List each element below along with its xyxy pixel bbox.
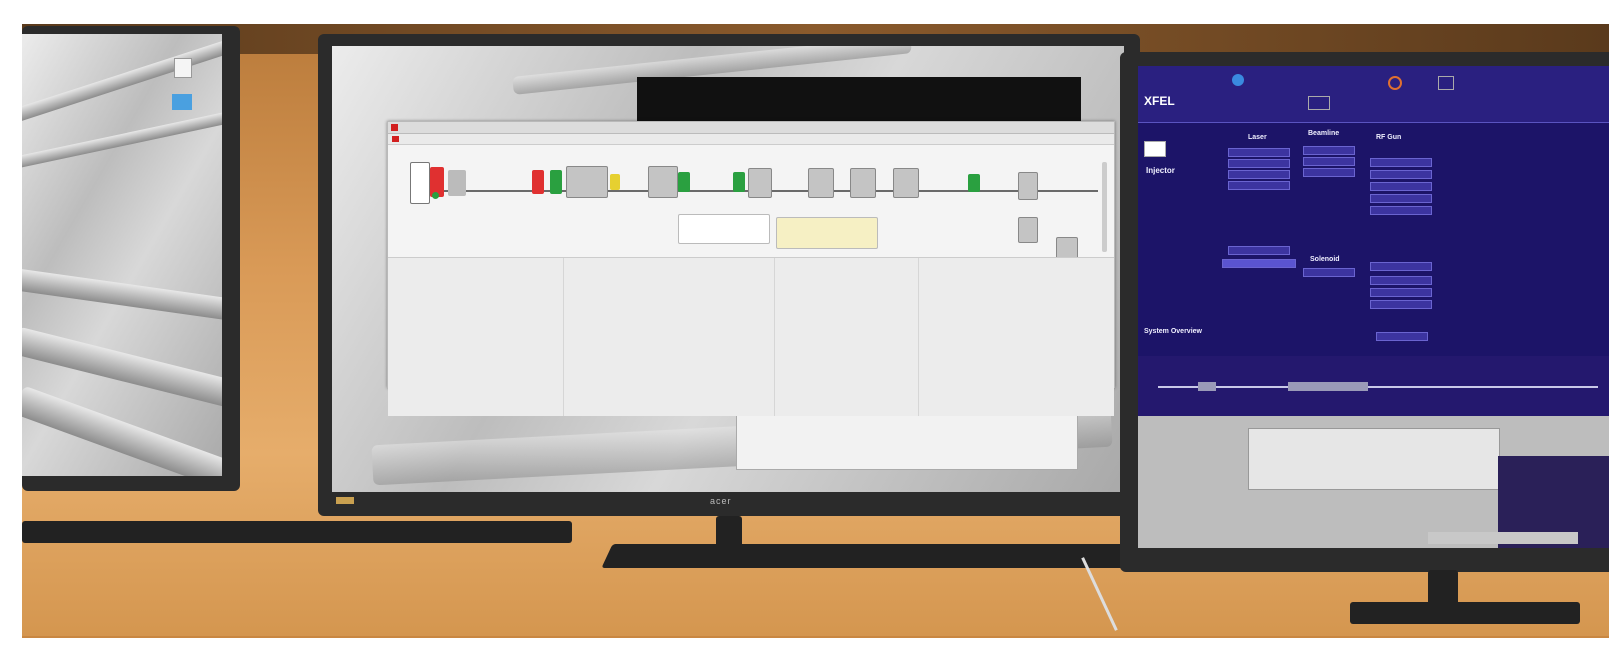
- left-monitor-base: [22, 521, 572, 543]
- photo-scene: acer XFEL Injector Laser Beamline RF Gun…: [0, 0, 1621, 650]
- rf-gun-button[interactable]: [1370, 276, 1432, 285]
- beamline-button[interactable]: [1303, 146, 1355, 155]
- status-globe-icon: [1232, 74, 1244, 86]
- desktop-file-icon: [174, 58, 192, 78]
- close-icon[interactable]: [391, 124, 398, 131]
- tunnel-pipe: [22, 268, 222, 322]
- system-icon[interactable]: [1388, 76, 1402, 90]
- column-laser: Laser: [1248, 134, 1267, 141]
- overview-diagram: [1138, 356, 1609, 416]
- beamline-button[interactable]: [1303, 168, 1355, 177]
- rf-gun-button[interactable]: [1370, 206, 1432, 215]
- rf-gun-button[interactable]: [1370, 262, 1432, 271]
- cavity-icon[interactable]: [448, 170, 466, 196]
- left-monitor-screen: [22, 34, 222, 476]
- laser-button[interactable]: [1228, 159, 1290, 168]
- magnet-icon[interactable]: [610, 174, 620, 190]
- cable: [1081, 557, 1118, 631]
- column-beamline: Beamline: [1308, 130, 1340, 137]
- empty-panel-grid: [388, 257, 1114, 416]
- cavity-icon[interactable]: [648, 166, 678, 198]
- xfel-header: [1138, 66, 1609, 123]
- laser-button-selected[interactable]: [1222, 259, 1296, 268]
- rf-gun-button[interactable]: [1370, 194, 1432, 203]
- overview-button[interactable]: [1376, 332, 1428, 341]
- rf-gun-button[interactable]: [1370, 300, 1432, 309]
- system-icon[interactable]: [1308, 96, 1330, 110]
- magnet-icon[interactable]: [532, 170, 544, 194]
- cavity-icon[interactable]: [1018, 172, 1038, 200]
- right-monitor-screen: XFEL Injector Laser Beamline RF Gun Sole…: [1138, 66, 1609, 548]
- tunnel-pipe: [22, 385, 222, 476]
- window-toolbar: [388, 134, 1114, 145]
- tunnel-pipe: [22, 37, 222, 125]
- laser-button[interactable]: [1228, 246, 1290, 255]
- magnet-icon[interactable]: [733, 172, 745, 192]
- right-monitor-base: [1350, 602, 1580, 624]
- window-titlebar[interactable]: [388, 122, 1114, 134]
- dump-icon[interactable]: [1018, 217, 1038, 243]
- app-icon[interactable]: [392, 136, 399, 142]
- terminal-window: [637, 77, 1081, 123]
- cavity-icon[interactable]: [748, 168, 772, 198]
- right-monitor: XFEL Injector Laser Beamline RF Gun Sole…: [1120, 52, 1609, 624]
- laser-button[interactable]: [1228, 170, 1290, 179]
- desktop-folder-icon: [172, 94, 192, 110]
- rf-gun-button[interactable]: [1370, 170, 1432, 179]
- center-monitor: acer: [318, 34, 1140, 556]
- control-box[interactable]: [678, 214, 770, 244]
- laser-button[interactable]: [1228, 148, 1290, 157]
- cavity-icon[interactable]: [566, 166, 608, 198]
- rf-gun-button[interactable]: [1370, 182, 1432, 191]
- dock[interactable]: [1428, 532, 1578, 544]
- xfel-logo: XFEL: [1144, 94, 1175, 108]
- cavity-icon[interactable]: [850, 168, 876, 198]
- magnet-icon[interactable]: [678, 172, 690, 192]
- injector-icon[interactable]: [1144, 141, 1166, 157]
- solenoid-button[interactable]: [1303, 268, 1355, 277]
- system-overview-title: System Overview: [1144, 328, 1202, 335]
- beamline-button[interactable]: [1303, 157, 1355, 166]
- left-monitor: [22, 26, 572, 543]
- rf-gun-button[interactable]: [1370, 288, 1432, 297]
- magnet-icon[interactable]: [968, 174, 980, 192]
- monitor-brand: acer: [710, 496, 732, 506]
- scrollbar[interactable]: [1102, 162, 1107, 252]
- control-box[interactable]: [776, 217, 878, 249]
- control-room-photo: acer XFEL Injector Laser Beamline RF Gun…: [22, 24, 1609, 638]
- center-monitor-screen: [332, 46, 1124, 492]
- solenoid-label: Solenoid: [1310, 256, 1340, 263]
- magnet-icon[interactable]: [550, 170, 562, 194]
- desk-edge: [22, 636, 1609, 638]
- rf-gun-button[interactable]: [1370, 158, 1432, 167]
- system-icon[interactable]: [1438, 76, 1454, 90]
- terminal-windows: [1248, 428, 1500, 490]
- injector-label: Injector: [1146, 166, 1175, 175]
- status-led-icon: [432, 192, 439, 199]
- cavity-icon[interactable]: [893, 168, 919, 198]
- cavity-icon[interactable]: [808, 168, 834, 198]
- laser-button[interactable]: [1228, 181, 1290, 190]
- gun-icon[interactable]: [410, 162, 430, 204]
- tunnel-pipe: [22, 109, 222, 171]
- xfel-control-panel: XFEL Injector Laser Beamline RF Gun Sole…: [1138, 66, 1609, 356]
- monitor-label-sticker: [336, 497, 354, 504]
- column-rf-gun: RF Gun: [1376, 134, 1402, 141]
- control-system-window[interactable]: [387, 121, 1115, 416]
